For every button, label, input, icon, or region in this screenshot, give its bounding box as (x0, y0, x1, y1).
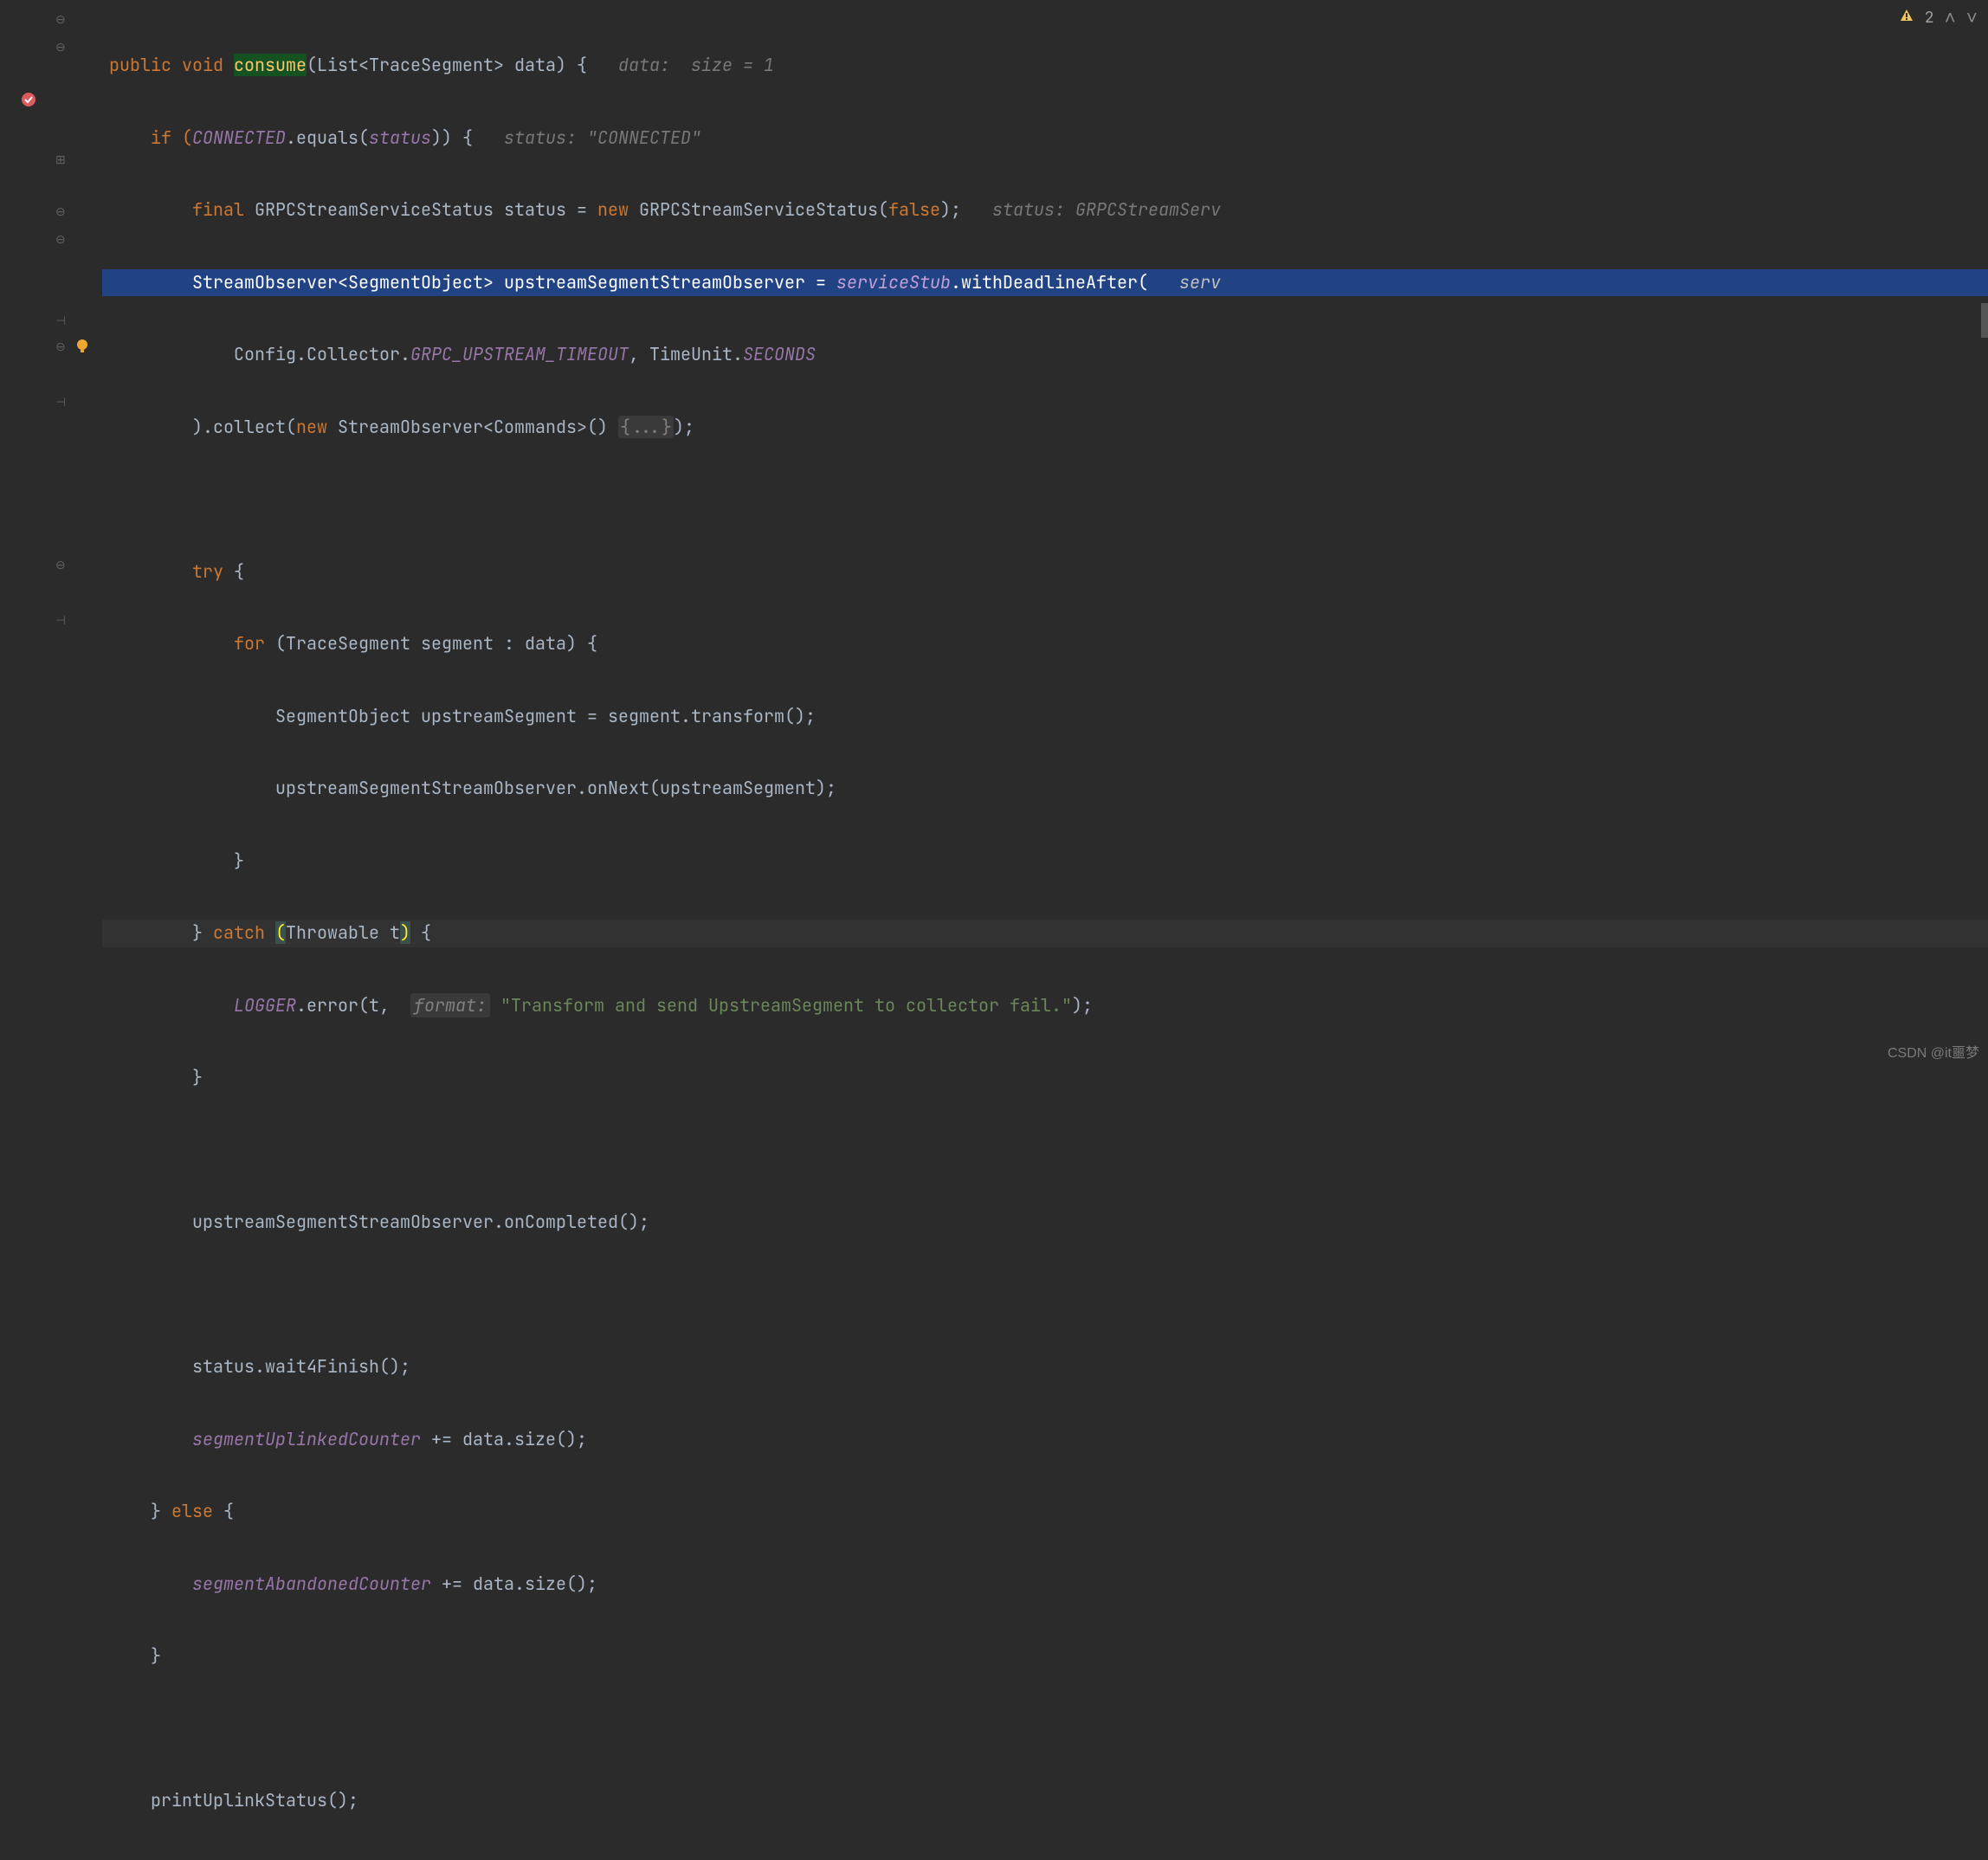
fold-marker-icon[interactable]: ⊖ (55, 40, 66, 50)
code-line[interactable]: status.wait4Finish(); (102, 1353, 1988, 1381)
code-line[interactable]: } (102, 1643, 1988, 1670)
warning-icon[interactable] (1899, 8, 1914, 29)
code-line-breakpoint[interactable]: StreamObserver<SegmentObject> upstreamSe… (102, 269, 1988, 297)
code-line[interactable]: SegmentObject upstreamSegment = segment.… (102, 703, 1988, 731)
code-line[interactable]: try { (102, 559, 1988, 586)
inspection-widget[interactable]: 2 ˄ ˅ (1899, 5, 1978, 30)
fold-marker-icon[interactable]: ⊣ (55, 395, 66, 405)
fold-marker-icon[interactable]: ⊣ (55, 313, 66, 324)
code-line[interactable]: ).collect(new StreamObserver<Commands>()… (102, 414, 1988, 442)
fold-marker-icon[interactable]: ⊖ (55, 204, 66, 215)
code-fold-region[interactable]: {...} (618, 416, 674, 438)
code-line[interactable]: upstreamSegmentStreamObserver.onComplete… (102, 1209, 1988, 1237)
code-line[interactable]: printUplinkStatus(); (102, 1787, 1988, 1815)
code-line[interactable]: Config.Collector.GRPC_UPSTREAM_TIMEOUT, … (102, 341, 1988, 369)
code-line[interactable]: LOGGER.error(t, format: "Transform and s… (102, 992, 1988, 1020)
fold-marker-icon[interactable]: ⊖ (55, 12, 66, 23)
code-line[interactable] (102, 1715, 1988, 1743)
fold-marker-icon[interactable]: ⊖ (55, 339, 66, 350)
code-line-current[interactable]: } catch (Throwable t) { (102, 920, 1988, 947)
code-line[interactable] (102, 486, 1988, 513)
parameter-hint: format: (410, 993, 490, 1017)
watermark-text: CSDN @it噩梦 (1888, 1041, 1979, 1062)
code-line[interactable]: if (CONNECTED.equals(status)) { status: … (102, 125, 1988, 152)
fold-marker-icon[interactable]: ⊞ (55, 152, 66, 163)
code-line[interactable] (102, 1282, 1988, 1309)
code-line[interactable]: } else { (102, 1498, 1988, 1526)
fold-marker-icon[interactable]: ⊖ (55, 232, 66, 242)
code-line[interactable]: } (102, 1064, 1988, 1092)
fold-marker-icon[interactable]: ⊣ (55, 613, 66, 623)
code-line[interactable]: segmentUplinkedCounter += data.size(); (102, 1426, 1988, 1454)
next-highlight-icon[interactable]: ˅ (1966, 5, 1978, 30)
fold-marker-icon[interactable]: ⊖ (55, 558, 66, 568)
code-line[interactable]: upstreamSegmentStreamObserver.onNext(ups… (102, 775, 1988, 803)
intention-bulb-icon[interactable] (74, 336, 90, 358)
editor-root: ⊖ ⊖ ⊞ ⊖ ⊖ ⊣ ⊖ ⊣ ⊖ ⊣ public void consume(… (0, 0, 1988, 1067)
gutter: ⊖ ⊖ ⊞ ⊖ ⊖ ⊣ ⊖ ⊣ ⊖ ⊣ (0, 0, 102, 1067)
breakpoint-icon[interactable] (21, 90, 36, 113)
prev-highlight-icon[interactable]: ˄ (1945, 5, 1956, 30)
code-line[interactable]: public void consume(List<TraceSegment> d… (102, 52, 1988, 80)
code-line[interactable]: } (102, 848, 1988, 875)
code-line[interactable]: final GRPCStreamServiceStatus status = n… (102, 197, 1988, 224)
scrollbar-marker[interactable] (1981, 303, 1988, 338)
code-line[interactable]: segmentAbandonedCounter += data.size(); (102, 1571, 1988, 1598)
code-area[interactable]: public void consume(List<TraceSegment> d… (102, 0, 1988, 1067)
code-line[interactable]: for (TraceSegment segment : data) { (102, 630, 1988, 658)
code-line[interactable] (102, 1137, 1988, 1165)
warning-count: 2 (1925, 8, 1934, 28)
